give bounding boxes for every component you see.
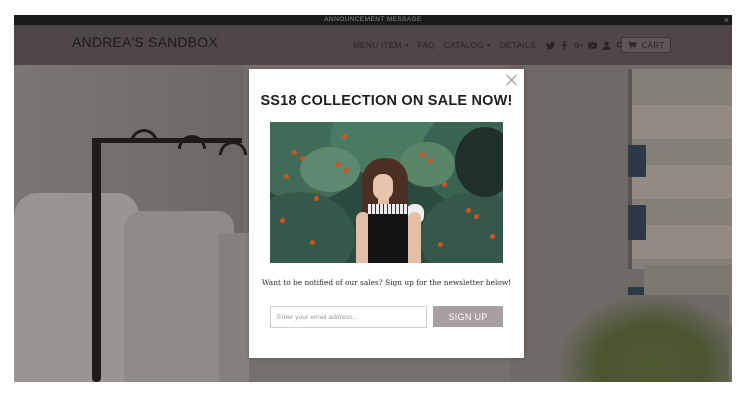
- berry: [420, 152, 425, 157]
- nav-item-label: DETAILS: [499, 40, 536, 50]
- model-striped-shirt: [368, 204, 408, 214]
- storefront-page: ANNOUNCEMENT MESSAGE × ANDREA'S SANDBOX …: [14, 15, 732, 382]
- newsletter-popup: SS18 COLLECTION ON SALE NOW! Want to be …: [249, 69, 524, 358]
- shelf: [632, 225, 732, 259]
- berry: [310, 240, 315, 245]
- berry: [342, 134, 347, 139]
- popup-title: SS18 COLLECTION ON SALE NOW!: [260, 93, 513, 109]
- shelf-item: [628, 205, 646, 240]
- nav-item-label: FAQ: [417, 40, 435, 50]
- berry: [474, 214, 479, 219]
- berry: [438, 242, 443, 247]
- google-plus-icon[interactable]: [573, 40, 584, 51]
- site-header: ANDREA'S SANDBOX MENU ITEM FAQ CATALOG D…: [14, 25, 732, 65]
- shelf-item: [628, 145, 646, 177]
- shelf: [632, 105, 732, 139]
- close-icon[interactable]: [506, 74, 518, 86]
- cart-label: CART: [641, 40, 665, 50]
- popup-image: [270, 122, 503, 263]
- facebook-icon[interactable]: [559, 40, 570, 51]
- white-shirt: [219, 233, 249, 382]
- announcement-close-icon[interactable]: ×: [724, 15, 729, 25]
- foliage: [270, 192, 355, 263]
- account-icon[interactable]: [601, 40, 612, 51]
- plant: [559, 295, 729, 382]
- site-logo[interactable]: ANDREA'S SANDBOX: [72, 34, 218, 50]
- berry: [466, 208, 471, 213]
- nav-item-catalog[interactable]: CATALOG: [444, 41, 491, 50]
- popup-description: Want to be notified of our sales? Sign u…: [261, 278, 512, 287]
- main-nav: MENU ITEM FAQ CATALOG DETAILS: [353, 39, 629, 51]
- cart-button[interactable]: CART: [621, 37, 671, 53]
- berry: [428, 158, 433, 163]
- berry: [280, 218, 285, 223]
- cart-icon: [627, 41, 637, 49]
- model-top: [368, 208, 408, 263]
- nav-item-label: MENU ITEM: [353, 40, 402, 50]
- berry: [344, 168, 349, 173]
- clothing-rack-bar: [92, 138, 242, 143]
- berry: [336, 162, 341, 167]
- email-field[interactable]: [270, 306, 427, 328]
- foliage: [420, 192, 503, 263]
- foliage: [400, 142, 455, 187]
- youtube-icon[interactable]: [587, 40, 598, 51]
- sign-up-button[interactable]: SIGN UP: [433, 306, 503, 327]
- berry: [292, 150, 297, 155]
- white-shirt: [14, 193, 139, 382]
- berry: [314, 196, 319, 201]
- model-arm: [408, 212, 421, 263]
- chevron-down-icon: [486, 43, 491, 47]
- foliage: [300, 147, 360, 192]
- nav-item-details[interactable]: DETAILS: [500, 41, 536, 50]
- berry: [300, 156, 305, 161]
- model-face: [373, 174, 393, 200]
- clothing-rack-post: [92, 140, 101, 382]
- announcement-bar: ANNOUNCEMENT MESSAGE ×: [14, 15, 732, 25]
- white-shirt: [124, 211, 234, 382]
- berry: [284, 174, 289, 179]
- berry: [442, 182, 447, 187]
- nav-item-faq[interactable]: FAQ: [418, 41, 435, 50]
- twitter-icon[interactable]: [545, 40, 556, 51]
- nav-item-menu-item[interactable]: MENU ITEM: [353, 41, 409, 50]
- berry: [490, 234, 495, 239]
- chevron-down-icon: [404, 43, 409, 47]
- nav-item-label: CATALOG: [443, 40, 484, 50]
- announcement-message: ANNOUNCEMENT MESSAGE: [324, 16, 422, 23]
- shelf: [632, 165, 732, 199]
